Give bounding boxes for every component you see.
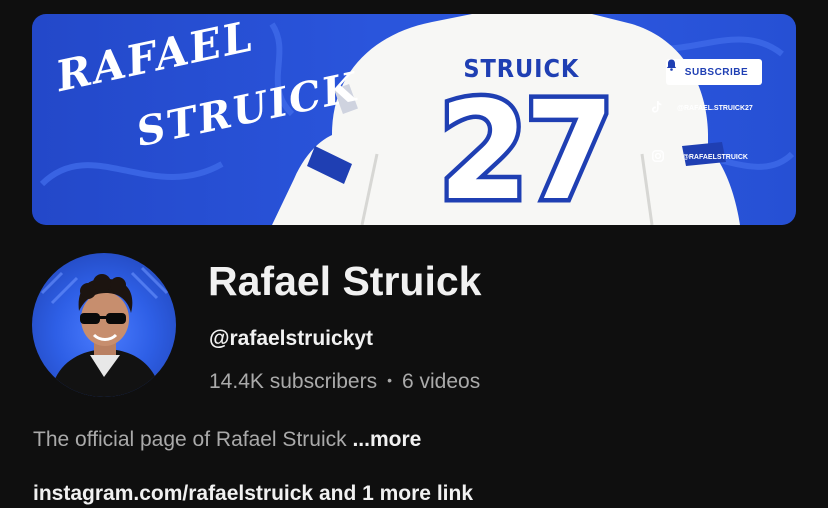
channel-handle: @rafaelstruickyt [209,327,374,350]
more-link[interactable]: ...more [352,428,421,451]
channel-banner: RAFAEL STRUICK STRUICK 27 SUBSCRIBE @RAF… [32,14,796,225]
banner-subscribe-label: SUBSCRIBE [684,66,749,78]
description-text: The official page of Rafael Struick [33,428,347,451]
banner-subscribe-graphic: SUBSCRIBE [666,59,762,85]
banner-tiktok-handle: @RAFAEL.STRUICK27 [677,105,753,112]
banner-instagram: @RAFAELSTRUICK [652,150,778,162]
banner-instagram-handle: @RAFAELSTRUICK [682,154,748,161]
banner-signature: RAFAEL STRUICK [52,14,364,156]
subscriber-count: 14.4K subscribers [209,370,378,393]
channel-header: RAFAEL STRUICK STRUICK 27 SUBSCRIBE @RAF… [0,0,828,508]
banner-tiktok: @RAFAEL.STRUICK27 [652,101,778,113]
banner-last-name: STRUICK [132,63,364,156]
channel-title: Rafael Struick [208,258,482,304]
video-count: 6 videos [402,370,481,393]
stats-separator: • [387,372,392,388]
jersey-number: 27 [434,73,619,225]
channel-description[interactable]: The official page of Rafael Struick ...m… [33,428,421,452]
avatar-portrait [40,266,169,397]
channel-links[interactable]: instagram.com/rafaelstruick and 1 more l… [33,482,473,506]
channel-avatar[interactable] [32,253,176,397]
channel-stats: 14.4K subscribers • 6 videos [209,370,480,394]
